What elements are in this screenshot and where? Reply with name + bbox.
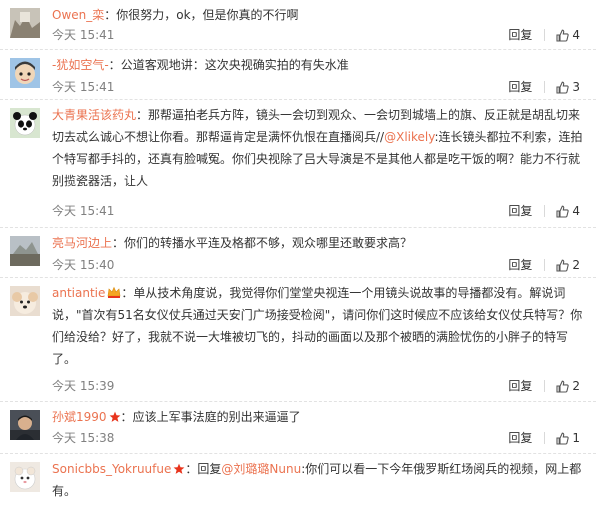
comment-item: Sonicbbs_Yokruufue ：回复@刘璐璐Nunu:你们可以看一下今年俄…: [0, 454, 596, 508]
comment-body: 亮马河边上：你们的转播水平连及格都不够，观众哪里还敢要求高？: [52, 236, 413, 250]
comment-meta: 今天 15:38 回复 1: [52, 430, 580, 446]
comment-meta: 今天 15:41 回复 4: [52, 27, 580, 43]
username-link[interactable]: 孙斌1990: [52, 410, 107, 424]
comment-text: 你们的转播水平连及格都不够，观众哪里还敢要求高？: [124, 236, 413, 250]
username-link[interactable]: Owen_栾: [52, 8, 104, 22]
comment-actions: 回复 3: [508, 79, 580, 95]
like-count: 2: [572, 379, 580, 393]
reply-button[interactable]: 回复: [508, 27, 532, 43]
divider: [544, 432, 546, 444]
comment-actions: 回复 1: [508, 430, 580, 446]
avatar[interactable]: [10, 286, 40, 316]
thumbs-up-icon: [556, 259, 570, 272]
comment-text: 你很努力，ok，但是你真的不行啊: [116, 8, 299, 22]
username-link[interactable]: -犹如空气-: [52, 58, 109, 72]
timestamp: 今天 15:40: [52, 258, 115, 272]
thumbs-up-icon: [556, 432, 570, 445]
comment-meta: 今天 15:40 回复 2: [52, 257, 580, 273]
timestamp: 今天 15:41: [52, 80, 115, 94]
divider: [544, 380, 546, 392]
comment-body: -犹如空气-：公道客观地讲：这次央视确实拍的有失水准: [52, 58, 349, 72]
comment-item: 大青果活该药丸：那帮逼拍老兵方阵，镜头一会切到观众、一会切到城墙上的旗、反正就是…: [0, 100, 596, 228]
like-button[interactable]: 2: [556, 257, 580, 273]
username-link[interactable]: antiantie: [52, 286, 105, 300]
username-link[interactable]: 亮马河边上: [52, 236, 112, 250]
comment-body: 孙斌1990 ：应该上军事法庭的别出来逼逼了: [52, 410, 301, 424]
timestamp: 今天 15:38: [52, 431, 115, 445]
like-count: 2: [572, 258, 580, 272]
comment-actions: 回复 2: [508, 378, 580, 394]
like-button[interactable]: 1: [556, 430, 580, 446]
comment-actions: 回复 2: [508, 257, 580, 273]
reply-button[interactable]: 回复: [508, 430, 532, 446]
star-badge-icon[interactable]: [173, 463, 185, 475]
mention-link[interactable]: @刘璐璐Nunu: [221, 462, 301, 476]
comment-body: antiantie ：单从技术角度说，我觉得你们堂堂央视连一个用镜头说故事的导播都…: [52, 286, 583, 366]
reply-button[interactable]: 回复: [508, 378, 532, 394]
divider: [544, 81, 546, 93]
username-link[interactable]: Sonicbbs_Yokruufue: [52, 462, 171, 476]
vip-crown-icon[interactable]: [107, 286, 121, 299]
username-link[interactable]: 大青果活该药丸: [52, 108, 136, 122]
timestamp: 今天 15:41: [52, 204, 115, 218]
like-button[interactable]: 3: [556, 79, 580, 95]
reply-button[interactable]: 回复: [508, 203, 532, 219]
timestamp: 今天 15:41: [52, 28, 115, 42]
divider: [544, 259, 546, 271]
divider: [544, 205, 546, 217]
avatar[interactable]: [10, 8, 40, 38]
comment-body: 大青果活该药丸：那帮逼拍老兵方阵，镜头一会切到观众、一会切到城墙上的旗、反正就是…: [52, 108, 583, 188]
mention-link[interactable]: @Xlikely: [384, 130, 434, 144]
comment-actions: 回复 4: [508, 203, 580, 219]
comment-actions: 回复 4: [508, 27, 580, 43]
like-count: 3: [572, 80, 580, 94]
thumbs-up-icon: [556, 380, 570, 393]
timestamp: 今天 15:39: [52, 379, 115, 393]
comment-text: 单从技术角度说，我觉得你们堂堂央视连一个用镜头说故事的导播都没有。解说词说，"首…: [52, 286, 583, 366]
comment-body: Sonicbbs_Yokruufue ：回复@刘璐璐Nunu:你们可以看一下今年俄…: [52, 462, 582, 498]
thumbs-up-icon: [556, 205, 570, 218]
comment-meta: 今天 15:39 回复 2: [52, 378, 580, 394]
avatar[interactable]: [10, 236, 40, 266]
comment-item: antiantie ：单从技术角度说，我觉得你们堂堂央视连一个用镜头说故事的导播都…: [0, 278, 596, 402]
comment-meta: 今天 15:41 回复 4: [52, 203, 580, 219]
comment-list: Owen_栾：你很努力，ok，但是你真的不行啊 今天 15:41 回复 4 -犹…: [0, 0, 596, 508]
avatar[interactable]: [10, 410, 40, 440]
thumbs-up-icon: [556, 29, 570, 42]
like-count: 4: [572, 28, 580, 42]
like-button[interactable]: 2: [556, 378, 580, 394]
like-button[interactable]: 4: [556, 203, 580, 219]
thumbs-up-icon: [556, 81, 570, 94]
like-count: 1: [572, 431, 580, 445]
comment-item: Owen_栾：你很努力，ok，但是你真的不行啊 今天 15:41 回复 4: [0, 0, 596, 50]
reply-button[interactable]: 回复: [508, 257, 532, 273]
avatar[interactable]: [10, 58, 40, 88]
divider: [544, 29, 546, 41]
comment-meta: 今天 15:41 回复 3: [52, 79, 580, 95]
comment-text: 回复: [197, 462, 222, 476]
like-count: 4: [572, 204, 580, 218]
comment-item: 亮马河边上：你们的转播水平连及格都不够，观众哪里还敢要求高？ 今天 15:40 …: [0, 228, 596, 278]
avatar[interactable]: [10, 462, 40, 492]
comment-item: -犹如空气-：公道客观地讲：这次央视确实拍的有失水准 今天 15:41 回复 3: [0, 50, 596, 100]
comment-item: 孙斌1990 ：应该上军事法庭的别出来逼逼了 今天 15:38 回复 1: [0, 402, 596, 454]
comment-text: 公道客观地讲：这次央视确实拍的有失水准: [120, 58, 349, 72]
like-button[interactable]: 4: [556, 27, 580, 43]
avatar[interactable]: [10, 108, 40, 138]
comment-body: Owen_栾：你很努力，ok，但是你真的不行啊: [52, 8, 299, 22]
comment-text: 应该上军事法庭的别出来逼逼了: [132, 410, 301, 424]
star-badge-icon[interactable]: [109, 411, 121, 423]
reply-button[interactable]: 回复: [508, 79, 532, 95]
